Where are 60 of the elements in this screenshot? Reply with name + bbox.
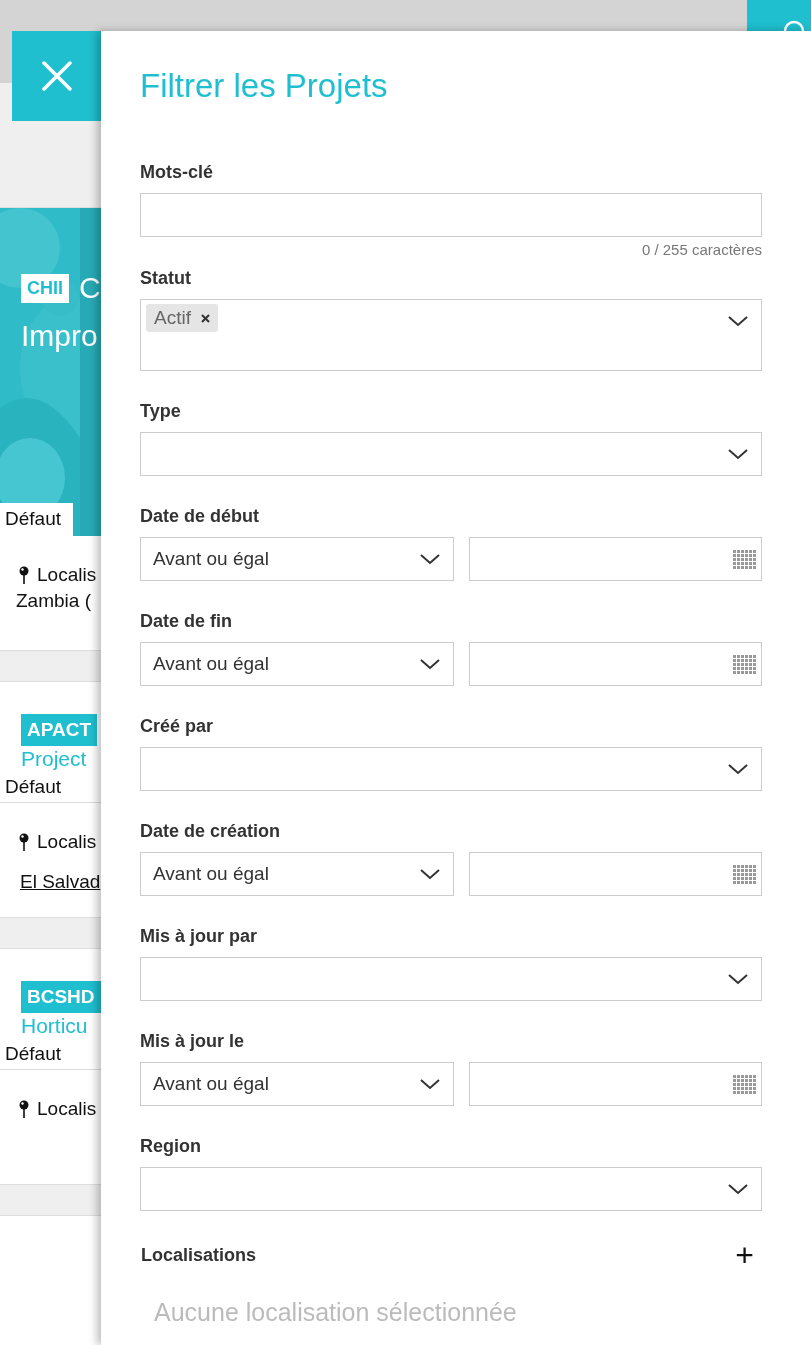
field-label: Mis à jour le (140, 1030, 246, 1052)
character-counter: 0 / 255 caractères (640, 241, 762, 258)
location-link[interactable]: El Salvad (20, 871, 101, 893)
field-label: Date de création (140, 820, 282, 842)
date-field[interactable] (468, 1062, 762, 1106)
chevron-down-icon (728, 973, 748, 985)
dropdown[interactable] (140, 747, 762, 791)
date-field[interactable] (468, 537, 762, 581)
text-field[interactable] (140, 193, 762, 237)
chip-label: Actif (154, 307, 191, 329)
project-tag: BCSHD (21, 981, 101, 1013)
pin-icon (19, 1100, 29, 1118)
location-label: Localis (37, 564, 97, 586)
operator-dropdown[interactable]: Avant ou égal (140, 642, 454, 686)
add-button[interactable]: + (735, 1240, 762, 1270)
pin-icon (19, 833, 29, 851)
date-field[interactable] (468, 852, 762, 896)
search-button[interactable] (747, 0, 811, 31)
dropdown[interactable] (140, 1167, 762, 1211)
field-label: Statut (140, 267, 192, 289)
location-label: Localis (37, 831, 97, 853)
chevron-down-icon (419, 868, 440, 880)
operator-dropdown[interactable]: Avant ou égal (140, 537, 454, 581)
empty-message: Aucune localisation sélectionnée (153, 1298, 518, 1327)
field-label: Type (140, 400, 182, 422)
chevron-down-icon (419, 553, 440, 565)
field-label: Mis à jour par (140, 925, 259, 947)
field-label: Créé par (140, 715, 215, 737)
panel-title: Filtrer les Projets (140, 67, 389, 105)
field-label: Date de fin (140, 610, 233, 632)
chevron-down-icon (728, 448, 748, 460)
calendar-icon (733, 864, 756, 884)
chevron-down-icon (728, 1183, 748, 1195)
field-label: Date de début (140, 505, 260, 527)
close-button[interactable] (12, 31, 101, 121)
location-label: Localis (37, 1098, 97, 1120)
chevron-down-icon (419, 658, 440, 670)
chevron-down-icon (419, 1078, 440, 1090)
calendar-icon (733, 549, 756, 569)
dropdown[interactable] (140, 957, 762, 1001)
operator-dropdown[interactable]: Avant ou égal (140, 852, 454, 896)
dropdown[interactable] (140, 432, 762, 476)
calendar-icon (733, 654, 756, 674)
project-tag: APACT (21, 714, 98, 746)
field-label: Localisations (141, 1244, 257, 1266)
pin-icon (19, 566, 29, 584)
date-field[interactable] (468, 642, 762, 686)
tab[interactable]: Défaut (0, 503, 73, 536)
operator-dropdown[interactable]: Avant ou égal (140, 1062, 454, 1106)
location-value: Zambia ( (16, 590, 92, 612)
chevron-down-icon (728, 763, 748, 775)
project-tag: CHII (21, 273, 69, 303)
status-chip[interactable]: Actif (146, 304, 218, 332)
calendar-icon (733, 1074, 756, 1094)
chevron-down-icon (728, 315, 748, 327)
close-icon (41, 61, 72, 91)
multi-select[interactable]: Actif (140, 299, 762, 371)
remove-icon (200, 313, 210, 323)
field-label: Region (140, 1135, 202, 1157)
field-label: Mots-clé (140, 161, 214, 183)
